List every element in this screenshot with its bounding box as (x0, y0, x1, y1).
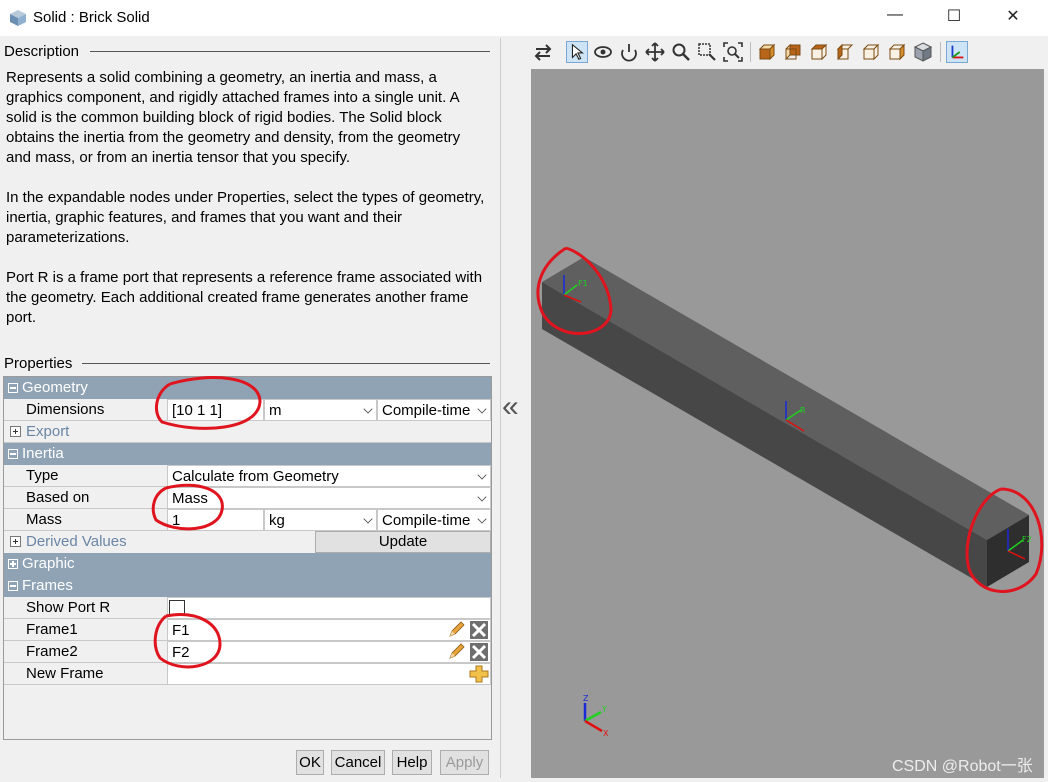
view-top-icon[interactable] (860, 41, 882, 63)
row-type: Type Calculate from Geometry (4, 465, 491, 487)
chevron-down-icon (477, 404, 487, 414)
fit-icon[interactable] (722, 41, 744, 63)
axis-z-label: Z (583, 694, 589, 703)
annotation-circle-frames (153, 613, 222, 669)
description-paragraph: Port R is a frame port that represents a… (6, 269, 483, 326)
row-show-port-r: Show Port R (4, 597, 491, 619)
edit-pencil-icon[interactable] (447, 643, 467, 661)
group-label: Derived Values (26, 533, 127, 550)
chevron-down-icon (477, 470, 487, 480)
description-text: Represents a solid combining a geometry,… (6, 68, 488, 348)
brick-solid-render: F1 R F2 Z Y X (536, 246, 1044, 738)
row-label: Mass (26, 511, 62, 528)
row-label: New Frame (26, 665, 104, 682)
chevron-down-icon (363, 404, 373, 414)
expand-icon[interactable] (10, 426, 21, 437)
collapse-icon[interactable] (8, 449, 18, 459)
annotation-circle-mass (151, 483, 224, 531)
frame-f1-label: F1 (578, 279, 588, 288)
watermark-text: CSDN @Robot一张 (892, 758, 1033, 775)
brick-front-face (542, 282, 987, 587)
row-label: Frame1 (26, 621, 78, 638)
dimensions-mode-select[interactable]: Compile-time (377, 399, 491, 421)
pan-icon[interactable] (644, 41, 666, 63)
edit-pencil-icon[interactable] (447, 621, 467, 639)
row-mass: Mass 1 kg Compile-time (4, 509, 491, 531)
delete-icon[interactable] (469, 643, 489, 661)
axis-x-label: X (603, 729, 609, 738)
maximize-button[interactable]: ☐ (934, 6, 974, 30)
view-right-icon[interactable] (834, 41, 856, 63)
group-label: Frames (22, 577, 73, 594)
triad-icon[interactable] (946, 41, 968, 63)
properties-divider (82, 363, 490, 364)
mass-mode-select[interactable]: Compile-time (377, 509, 491, 531)
row-label: Type (26, 467, 59, 484)
select-arrow-icon[interactable] (566, 41, 588, 63)
help-button[interactable]: Help (392, 750, 432, 775)
chevron-down-icon (477, 514, 487, 524)
row-label: Dimensions (26, 401, 105, 418)
row-frame1: Frame1 F1 (4, 619, 491, 641)
group-label: Graphic (22, 555, 75, 572)
chevron-down-icon (477, 492, 487, 502)
view-back-icon[interactable] (782, 41, 804, 63)
dimensions-unit-select[interactable]: m (264, 399, 377, 421)
row-new-frame: New Frame (4, 663, 491, 685)
minimize-button[interactable]: — (875, 6, 915, 30)
group-graphic[interactable]: Graphic (4, 553, 491, 575)
title-bar: Solid : Brick Solid — ☐ ✕ (0, 0, 1048, 36)
description-heading: Description (4, 43, 80, 60)
view-bottom-icon[interactable] (886, 41, 908, 63)
frame-r-label: R (800, 406, 806, 415)
axis-y-label: Y (601, 705, 607, 714)
delete-icon[interactable] (469, 621, 489, 639)
view-front-icon[interactable] (756, 41, 778, 63)
update-button[interactable]: Update (315, 531, 491, 553)
window-title: Solid : Brick Solid (33, 9, 150, 26)
viewer-toolbar (530, 38, 1044, 68)
world-axes-triad: Z Y X (583, 694, 609, 738)
row-label: Based on (26, 489, 90, 506)
add-frame-icon[interactable] (469, 665, 489, 683)
collapse-icon[interactable] (8, 383, 18, 393)
roll-icon[interactable] (618, 41, 640, 63)
group-label: Export (26, 423, 70, 440)
group-frames[interactable]: Frames (4, 575, 491, 597)
cancel-button[interactable]: Cancel (331, 750, 385, 775)
apply-button[interactable]: Apply (440, 750, 489, 775)
close-button[interactable]: ✕ (993, 6, 1033, 30)
3d-viewport[interactable]: F1 R F2 Z Y X (531, 69, 1044, 778)
brick-top-face (542, 257, 1029, 540)
row-label: Frame2 (26, 643, 78, 660)
zoom-box-icon[interactable] (696, 41, 718, 63)
ok-button[interactable]: OK (296, 750, 324, 775)
view-iso-icon[interactable] (912, 41, 934, 63)
description-divider (90, 51, 490, 52)
mass-unit-select[interactable]: kg (264, 509, 377, 531)
group-label: Inertia (22, 445, 64, 462)
group-derived-values[interactable]: Derived Values Update (4, 531, 491, 553)
row-frame2: Frame2 F2 (4, 641, 491, 663)
view-left-icon[interactable] (808, 41, 830, 63)
collapse-icon[interactable] (8, 581, 18, 591)
frame-f2-label: F2 (1022, 535, 1032, 544)
expand-icon[interactable] (10, 536, 21, 547)
description-paragraph: Represents a solid combining a geometry,… (6, 69, 461, 166)
group-label: Geometry (22, 379, 88, 396)
solid-cube-icon (10, 10, 26, 26)
swap-icon[interactable] (532, 41, 554, 63)
collapse-panel-icon[interactable]: « (502, 390, 519, 424)
zoom-icon[interactable] (670, 41, 692, 63)
rotate-icon[interactable] (592, 41, 614, 63)
expand-icon[interactable] (8, 559, 18, 569)
properties-heading: Properties (4, 355, 73, 372)
description-paragraph: In the expandable nodes under Properties… (6, 189, 485, 246)
row-label: Show Port R (26, 599, 111, 616)
row-based-on: Based on Mass (4, 487, 491, 509)
chevron-down-icon (363, 514, 373, 524)
group-inertia[interactable]: Inertia (4, 443, 491, 465)
annotation-circle-dimensions (154, 376, 262, 430)
